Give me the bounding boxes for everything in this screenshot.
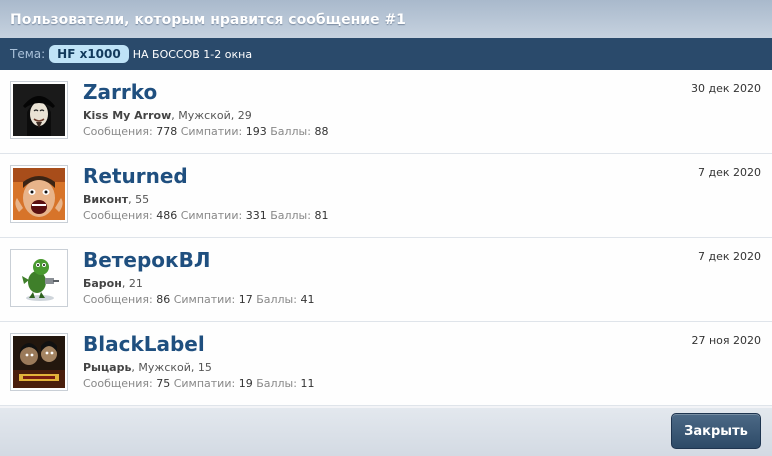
poster-avatar-icon[interactable] [10,333,68,391]
points-count: 11 [300,377,315,390]
user-details: , Мужской, 29 [171,109,252,122]
messages-label: Сообщения: [83,377,153,390]
messages-count: 778 [156,125,178,138]
likes-count: 19 [238,377,253,390]
topic-title-link[interactable]: НА БОССОВ 1-2 окна [133,48,252,61]
username-link[interactable]: ВетерокВЛ [83,248,210,272]
user-info: Барон, 21 [83,277,143,290]
points-label: Баллы: [270,209,311,222]
like-date: 30 дек 2020 [690,82,761,95]
user-title: Kiss My Arrow [83,109,172,122]
user-details: , 55 [128,193,150,206]
username-link[interactable]: Zarrko [83,80,157,104]
user-details: , 21 [121,277,143,290]
screaming-face-avatar-icon[interactable] [10,165,68,223]
likes-label: Симпатии: [173,377,236,390]
user-stats: Сообщения: 486 Симпатии: 331 Баллы: 81 [83,209,328,222]
user-row: Zarrko Kiss My Arrow, Мужской, 29 Сообще… [0,70,772,154]
points-label: Баллы: [256,293,297,306]
likes-label: Симпатии: [180,209,243,222]
user-title: Виконт [83,193,129,206]
username-link[interactable]: BlackLabel [83,332,205,356]
user-row: BlackLabel Рыцарь, Мужской, 15 Сообщения… [0,322,772,406]
likes-label: Симпатии: [180,125,243,138]
points-label: Баллы: [270,125,311,138]
like-date: 27 ноя 2020 [691,334,761,347]
like-date: 7 дек 2020 [697,166,761,179]
close-button[interactable]: Закрыть [671,413,761,449]
dialog-footer: Закрыть [0,408,772,456]
likes-count: 193 [245,125,267,138]
user-title: Рыцарь [83,361,132,374]
user-info: Kiss My Arrow, Мужской, 29 [83,109,252,122]
points-count: 81 [314,209,329,222]
username-link[interactable]: Returned [83,164,188,188]
messages-count: 75 [156,377,171,390]
topic-prefix-badge[interactable]: HF x1000 [49,45,129,63]
like-date: 7 дек 2020 [697,250,761,263]
user-row: Returned Виконт, 55 Сообщения: 486 Симпа… [0,154,772,238]
likes-label: Симпатии: [173,293,236,306]
messages-label: Сообщения: [83,293,153,306]
user-details: , Мужской, 15 [131,361,212,374]
green-creature-avatar-icon[interactable] [10,249,68,307]
points-count: 41 [300,293,315,306]
likes-count: 331 [245,209,267,222]
user-info: Виконт, 55 [83,193,149,206]
messages-label: Сообщения: [83,209,153,222]
messages-label: Сообщения: [83,125,153,138]
user-info: Рыцарь, Мужской, 15 [83,361,212,374]
points-label: Баллы: [256,377,297,390]
user-stats: Сообщения: 75 Симпатии: 19 Баллы: 11 [83,377,314,390]
likes-count: 17 [238,293,253,306]
user-row: ВетерокВЛ Барон, 21 Сообщения: 86 Симпат… [0,238,772,322]
masked-face-avatar-icon[interactable] [10,81,68,139]
likes-dialog: Пользователи, которым нравится сообщение… [0,0,772,456]
user-stats: Сообщения: 778 Симпатии: 193 Баллы: 88 [83,125,328,138]
user-list: Zarrko Kiss My Arrow, Мужской, 29 Сообще… [0,70,772,406]
messages-count: 486 [156,209,178,222]
dialog-title: Пользователи, которым нравится сообщение… [0,0,772,38]
user-stats: Сообщения: 86 Симпатии: 17 Баллы: 41 [83,293,314,306]
topic-bar: Тема: HF x1000 НА БОССОВ 1-2 окна [0,38,772,70]
points-count: 88 [314,125,329,138]
user-title: Барон [83,277,122,290]
topic-label: Тема: [10,47,46,61]
messages-count: 86 [156,293,171,306]
